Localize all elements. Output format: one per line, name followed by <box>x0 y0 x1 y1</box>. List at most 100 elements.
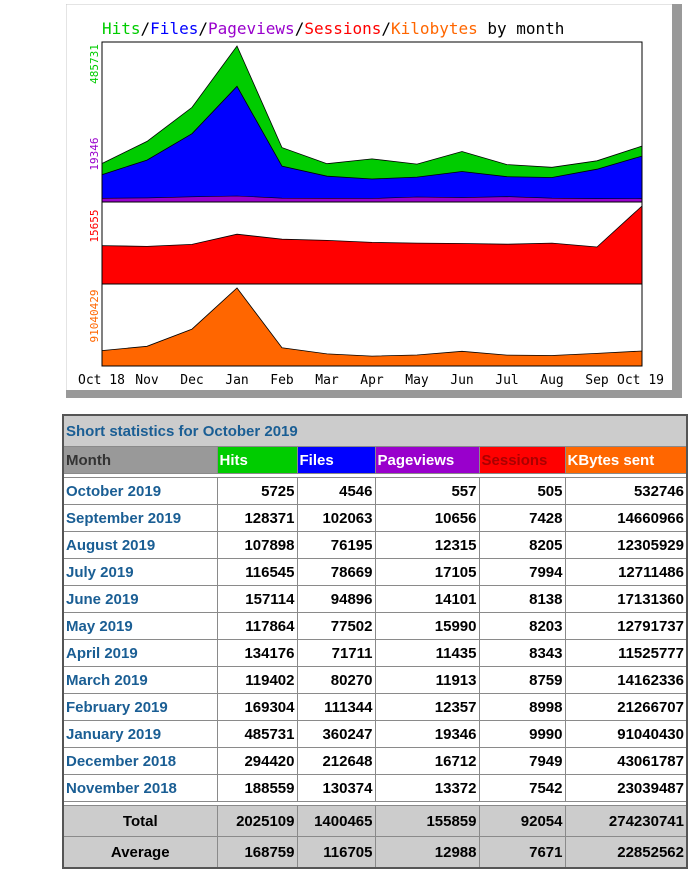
cell-pageviews: 13372 <box>374 774 480 802</box>
cell-sessions: 7994 <box>478 558 566 586</box>
cell-files: 80270 <box>296 666 376 694</box>
cell-kilobytes: 21266707 <box>564 693 688 721</box>
chart-title-hits: Hits <box>102 19 141 38</box>
cell-pageviews: 16712 <box>374 747 480 775</box>
cell-kilobytes: 11525777 <box>564 639 688 667</box>
month-link[interactable]: June 2019 <box>62 585 218 613</box>
cell-sessions: 8343 <box>478 639 566 667</box>
x-tick-label: Sep <box>585 373 609 388</box>
x-tick-label: Aug <box>540 373 563 388</box>
month-link[interactable]: April 2019 <box>62 639 218 667</box>
cell-kilobytes: 12711486 <box>564 558 688 586</box>
cell-sessions: 8998 <box>478 693 566 721</box>
chart-title-pageviews: Pageviews <box>208 19 295 38</box>
month-link[interactable]: August 2019 <box>62 531 218 559</box>
month-link[interactable]: September 2019 <box>62 504 218 532</box>
x-tick-label: Feb <box>270 373 294 388</box>
cell-pageviews: 14101 <box>374 585 480 613</box>
total-row: Total 2025109 1400465 155859 92054 274230741 <box>62 805 688 837</box>
short-statistics: Short statistics for October 2019 Month H… <box>62 414 688 869</box>
x-tick-label: Mar <box>315 373 339 388</box>
cell-kilobytes: 14162336 <box>564 666 688 694</box>
cell-hits: 117864 <box>216 612 298 640</box>
total-sessions: 92054 <box>478 805 566 837</box>
month-link[interactable]: July 2019 <box>62 558 218 586</box>
cell-pageviews: 557 <box>374 477 480 505</box>
cell-files: 76195 <box>296 531 376 559</box>
table-row: November 2018 188559 130374 13372 7542 230394… <box>62 774 688 802</box>
total-hits: 2025109 <box>216 805 298 837</box>
cell-hits: 188559 <box>216 774 298 802</box>
total-kilobytes: 274230741 <box>564 805 688 837</box>
column-header-month: Month <box>62 446 218 474</box>
cell-sessions: 8138 <box>478 585 566 613</box>
graph-shadow-right <box>672 4 682 398</box>
average-sessions: 7671 <box>478 836 566 869</box>
table-row: March 2019 119402 80270 11913 8759 14162336 <box>62 666 688 694</box>
cell-hits: 128371 <box>216 504 298 532</box>
table-row: January 2019 485731 360247 19346 9990 9104043… <box>62 720 688 748</box>
cell-files: 4546 <box>296 477 376 505</box>
table-header-row: Month Hits Files Pageviews Sessions KBytes se… <box>62 446 688 474</box>
chart-title-sessions: Sessions <box>304 19 381 38</box>
cell-hits: 157114 <box>216 585 298 613</box>
total-pageviews: 155859 <box>374 805 480 837</box>
y-axis-label-hits: 485731 <box>88 44 101 84</box>
table-row: December 2018 294420 212648 16712 7949 430617… <box>62 747 688 775</box>
average-label: Average <box>62 836 218 869</box>
usage-graph-svg: Hits/Files/Pageviews/Sessions/Kilobytes … <box>66 4 682 398</box>
month-link[interactable]: December 2018 <box>62 747 218 775</box>
column-header-kilobytes: KBytes sent <box>564 446 688 474</box>
column-header-pageviews: Pageviews <box>374 446 480 474</box>
y-axis-label-sessions: 15655 <box>88 209 101 242</box>
cell-pageviews: 19346 <box>374 720 480 748</box>
chart-title-kilobytes: Kilobytes <box>391 19 478 38</box>
average-hits: 168759 <box>216 836 298 869</box>
x-tick-label: Dec <box>180 373 203 388</box>
table-row: April 2019 134176 71711 11435 8343 11525777 <box>62 639 688 667</box>
chart-title-files: Files <box>150 19 198 38</box>
column-header-files: Files <box>296 446 376 474</box>
x-tick-label: Nov <box>135 373 159 388</box>
cell-kilobytes: 43061787 <box>564 747 688 775</box>
y-axis-label-pageviews: 19346 <box>88 137 101 170</box>
cell-files: 111344 <box>296 693 376 721</box>
cell-sessions: 8203 <box>478 612 566 640</box>
cell-sessions: 8205 <box>478 531 566 559</box>
table-row: May 2019 117864 77502 15990 8203 12791737 <box>62 612 688 640</box>
table-row: June 2019 157114 94896 14101 8138 17131360 <box>62 585 688 613</box>
month-link[interactable]: March 2019 <box>62 666 218 694</box>
average-files: 116705 <box>296 836 376 869</box>
chart-title-sep: / <box>295 19 305 38</box>
average-kilobytes: 22852562 <box>564 836 688 869</box>
cell-kilobytes: 91040430 <box>564 720 688 748</box>
cell-hits: 116545 <box>216 558 298 586</box>
cell-hits: 294420 <box>216 747 298 775</box>
cell-kilobytes: 12305929 <box>564 531 688 559</box>
month-link[interactable]: January 2019 <box>62 720 218 748</box>
x-tick-label: Jul <box>495 373 518 388</box>
chart-title-plain: by month <box>478 19 565 38</box>
month-link[interactable]: February 2019 <box>62 693 218 721</box>
x-tick-label: Apr <box>360 373 384 388</box>
cell-pageviews: 15990 <box>374 612 480 640</box>
month-link[interactable]: May 2019 <box>62 612 218 640</box>
y-axis-label-kilobytes: 91040429 <box>88 290 101 343</box>
cell-files: 77502 <box>296 612 376 640</box>
x-tick-label: Jan <box>225 373 248 388</box>
table-title: Short statistics for October 2019 <box>62 414 688 447</box>
cell-sessions: 7542 <box>478 774 566 802</box>
month-link[interactable]: October 2019 <box>62 477 218 505</box>
x-tick-label: Oct 18 <box>78 373 125 388</box>
cell-hits: 119402 <box>216 666 298 694</box>
cell-pageviews: 11913 <box>374 666 480 694</box>
cell-pageviews: 11435 <box>374 639 480 667</box>
cell-sessions: 505 <box>478 477 566 505</box>
cell-files: 78669 <box>296 558 376 586</box>
x-tick-label: May <box>405 373 429 388</box>
cell-files: 130374 <box>296 774 376 802</box>
cell-kilobytes: 12791737 <box>564 612 688 640</box>
month-link[interactable]: November 2018 <box>62 774 218 802</box>
table-row: July 2019 116545 78669 17105 7994 12711486 <box>62 558 688 586</box>
cell-files: 94896 <box>296 585 376 613</box>
